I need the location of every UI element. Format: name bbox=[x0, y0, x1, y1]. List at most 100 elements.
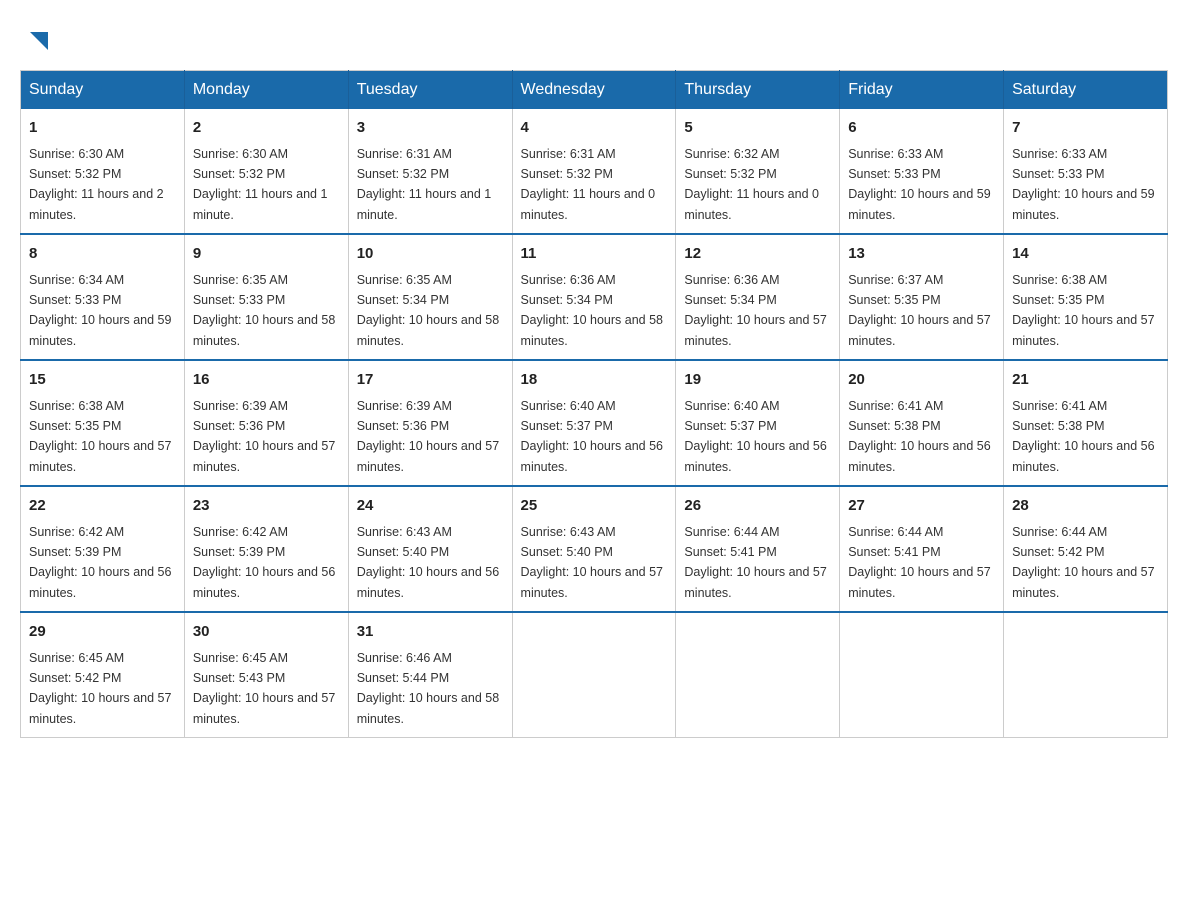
day-number: 18 bbox=[521, 369, 668, 392]
calendar-week-row: 1 Sunrise: 6:30 AMSunset: 5:32 PMDayligh… bbox=[21, 109, 1168, 234]
calendar-day-cell: 23 Sunrise: 6:42 AMSunset: 5:39 PMDaylig… bbox=[184, 486, 348, 612]
logo bbox=[30, 30, 48, 50]
day-info: Sunrise: 6:41 AMSunset: 5:38 PMDaylight:… bbox=[848, 399, 990, 474]
day-info: Sunrise: 6:39 AMSunset: 5:36 PMDaylight:… bbox=[193, 399, 335, 474]
calendar-week-row: 8 Sunrise: 6:34 AMSunset: 5:33 PMDayligh… bbox=[21, 234, 1168, 360]
day-number: 3 bbox=[357, 117, 504, 140]
day-info: Sunrise: 6:42 AMSunset: 5:39 PMDaylight:… bbox=[193, 525, 335, 600]
calendar-day-cell: 5 Sunrise: 6:32 AMSunset: 5:32 PMDayligh… bbox=[676, 109, 840, 234]
day-number: 2 bbox=[193, 117, 340, 140]
calendar-day-cell: 28 Sunrise: 6:44 AMSunset: 5:42 PMDaylig… bbox=[1004, 486, 1168, 612]
calendar-day-cell: 20 Sunrise: 6:41 AMSunset: 5:38 PMDaylig… bbox=[840, 360, 1004, 486]
day-info: Sunrise: 6:32 AMSunset: 5:32 PMDaylight:… bbox=[684, 147, 819, 222]
day-info: Sunrise: 6:30 AMSunset: 5:32 PMDaylight:… bbox=[193, 147, 328, 222]
day-info: Sunrise: 6:35 AMSunset: 5:33 PMDaylight:… bbox=[193, 273, 335, 348]
day-of-week-header: Thursday bbox=[676, 71, 840, 110]
day-number: 22 bbox=[29, 495, 176, 518]
calendar-day-cell: 15 Sunrise: 6:38 AMSunset: 5:35 PMDaylig… bbox=[21, 360, 185, 486]
day-number: 19 bbox=[684, 369, 831, 392]
calendar-week-row: 15 Sunrise: 6:38 AMSunset: 5:35 PMDaylig… bbox=[21, 360, 1168, 486]
day-info: Sunrise: 6:45 AMSunset: 5:43 PMDaylight:… bbox=[193, 651, 335, 726]
calendar-day-cell: 9 Sunrise: 6:35 AMSunset: 5:33 PMDayligh… bbox=[184, 234, 348, 360]
day-info: Sunrise: 6:31 AMSunset: 5:32 PMDaylight:… bbox=[521, 147, 656, 222]
day-number: 14 bbox=[1012, 243, 1159, 266]
day-number: 8 bbox=[29, 243, 176, 266]
day-number: 17 bbox=[357, 369, 504, 392]
page-header bbox=[20, 20, 1168, 50]
day-number: 6 bbox=[848, 117, 995, 140]
day-info: Sunrise: 6:36 AMSunset: 5:34 PMDaylight:… bbox=[521, 273, 663, 348]
day-number: 24 bbox=[357, 495, 504, 518]
day-info: Sunrise: 6:45 AMSunset: 5:42 PMDaylight:… bbox=[29, 651, 171, 726]
calendar-day-cell bbox=[840, 612, 1004, 738]
calendar-week-row: 29 Sunrise: 6:45 AMSunset: 5:42 PMDaylig… bbox=[21, 612, 1168, 738]
day-info: Sunrise: 6:46 AMSunset: 5:44 PMDaylight:… bbox=[357, 651, 499, 726]
day-number: 21 bbox=[1012, 369, 1159, 392]
day-of-week-header: Sunday bbox=[21, 71, 185, 110]
day-info: Sunrise: 6:39 AMSunset: 5:36 PMDaylight:… bbox=[357, 399, 499, 474]
calendar-day-cell: 1 Sunrise: 6:30 AMSunset: 5:32 PMDayligh… bbox=[21, 109, 185, 234]
day-number: 11 bbox=[521, 243, 668, 266]
day-info: Sunrise: 6:33 AMSunset: 5:33 PMDaylight:… bbox=[1012, 147, 1154, 222]
day-info: Sunrise: 6:37 AMSunset: 5:35 PMDaylight:… bbox=[848, 273, 990, 348]
day-info: Sunrise: 6:44 AMSunset: 5:41 PMDaylight:… bbox=[848, 525, 990, 600]
calendar-day-cell: 17 Sunrise: 6:39 AMSunset: 5:36 PMDaylig… bbox=[348, 360, 512, 486]
day-info: Sunrise: 6:44 AMSunset: 5:42 PMDaylight:… bbox=[1012, 525, 1154, 600]
calendar-day-cell: 16 Sunrise: 6:39 AMSunset: 5:36 PMDaylig… bbox=[184, 360, 348, 486]
calendar-day-cell: 25 Sunrise: 6:43 AMSunset: 5:40 PMDaylig… bbox=[512, 486, 676, 612]
calendar-header-row: SundayMondayTuesdayWednesdayThursdayFrid… bbox=[21, 71, 1168, 110]
calendar-day-cell: 27 Sunrise: 6:44 AMSunset: 5:41 PMDaylig… bbox=[840, 486, 1004, 612]
day-number: 16 bbox=[193, 369, 340, 392]
calendar-day-cell: 19 Sunrise: 6:40 AMSunset: 5:37 PMDaylig… bbox=[676, 360, 840, 486]
calendar-day-cell: 22 Sunrise: 6:42 AMSunset: 5:39 PMDaylig… bbox=[21, 486, 185, 612]
day-number: 27 bbox=[848, 495, 995, 518]
day-of-week-header: Saturday bbox=[1004, 71, 1168, 110]
calendar-day-cell: 30 Sunrise: 6:45 AMSunset: 5:43 PMDaylig… bbox=[184, 612, 348, 738]
logo-arrow-icon bbox=[30, 32, 48, 50]
day-number: 12 bbox=[684, 243, 831, 266]
calendar-day-cell: 7 Sunrise: 6:33 AMSunset: 5:33 PMDayligh… bbox=[1004, 109, 1168, 234]
day-info: Sunrise: 6:43 AMSunset: 5:40 PMDaylight:… bbox=[521, 525, 663, 600]
day-info: Sunrise: 6:31 AMSunset: 5:32 PMDaylight:… bbox=[357, 147, 492, 222]
calendar-day-cell: 18 Sunrise: 6:40 AMSunset: 5:37 PMDaylig… bbox=[512, 360, 676, 486]
day-info: Sunrise: 6:41 AMSunset: 5:38 PMDaylight:… bbox=[1012, 399, 1154, 474]
day-info: Sunrise: 6:42 AMSunset: 5:39 PMDaylight:… bbox=[29, 525, 171, 600]
calendar-day-cell: 31 Sunrise: 6:46 AMSunset: 5:44 PMDaylig… bbox=[348, 612, 512, 738]
calendar-day-cell: 11 Sunrise: 6:36 AMSunset: 5:34 PMDaylig… bbox=[512, 234, 676, 360]
calendar-day-cell: 3 Sunrise: 6:31 AMSunset: 5:32 PMDayligh… bbox=[348, 109, 512, 234]
day-info: Sunrise: 6:44 AMSunset: 5:41 PMDaylight:… bbox=[684, 525, 826, 600]
day-info: Sunrise: 6:36 AMSunset: 5:34 PMDaylight:… bbox=[684, 273, 826, 348]
calendar-day-cell: 6 Sunrise: 6:33 AMSunset: 5:33 PMDayligh… bbox=[840, 109, 1004, 234]
day-number: 29 bbox=[29, 621, 176, 644]
calendar-day-cell bbox=[1004, 612, 1168, 738]
day-info: Sunrise: 6:34 AMSunset: 5:33 PMDaylight:… bbox=[29, 273, 171, 348]
day-of-week-header: Tuesday bbox=[348, 71, 512, 110]
calendar-day-cell: 14 Sunrise: 6:38 AMSunset: 5:35 PMDaylig… bbox=[1004, 234, 1168, 360]
day-info: Sunrise: 6:30 AMSunset: 5:32 PMDaylight:… bbox=[29, 147, 164, 222]
calendar-day-cell: 2 Sunrise: 6:30 AMSunset: 5:32 PMDayligh… bbox=[184, 109, 348, 234]
day-number: 31 bbox=[357, 621, 504, 644]
day-number: 13 bbox=[848, 243, 995, 266]
day-info: Sunrise: 6:43 AMSunset: 5:40 PMDaylight:… bbox=[357, 525, 499, 600]
day-number: 20 bbox=[848, 369, 995, 392]
calendar-day-cell: 8 Sunrise: 6:34 AMSunset: 5:33 PMDayligh… bbox=[21, 234, 185, 360]
calendar-day-cell: 26 Sunrise: 6:44 AMSunset: 5:41 PMDaylig… bbox=[676, 486, 840, 612]
calendar-day-cell: 21 Sunrise: 6:41 AMSunset: 5:38 PMDaylig… bbox=[1004, 360, 1168, 486]
calendar-day-cell: 29 Sunrise: 6:45 AMSunset: 5:42 PMDaylig… bbox=[21, 612, 185, 738]
day-number: 5 bbox=[684, 117, 831, 140]
day-of-week-header: Friday bbox=[840, 71, 1004, 110]
day-info: Sunrise: 6:40 AMSunset: 5:37 PMDaylight:… bbox=[684, 399, 826, 474]
day-number: 25 bbox=[521, 495, 668, 518]
day-number: 28 bbox=[1012, 495, 1159, 518]
calendar-week-row: 22 Sunrise: 6:42 AMSunset: 5:39 PMDaylig… bbox=[21, 486, 1168, 612]
day-number: 1 bbox=[29, 117, 176, 140]
calendar-day-cell bbox=[512, 612, 676, 738]
calendar-day-cell: 4 Sunrise: 6:31 AMSunset: 5:32 PMDayligh… bbox=[512, 109, 676, 234]
day-info: Sunrise: 6:33 AMSunset: 5:33 PMDaylight:… bbox=[848, 147, 990, 222]
day-number: 7 bbox=[1012, 117, 1159, 140]
day-number: 4 bbox=[521, 117, 668, 140]
day-info: Sunrise: 6:38 AMSunset: 5:35 PMDaylight:… bbox=[1012, 273, 1154, 348]
day-of-week-header: Wednesday bbox=[512, 71, 676, 110]
day-info: Sunrise: 6:38 AMSunset: 5:35 PMDaylight:… bbox=[29, 399, 171, 474]
day-number: 10 bbox=[357, 243, 504, 266]
